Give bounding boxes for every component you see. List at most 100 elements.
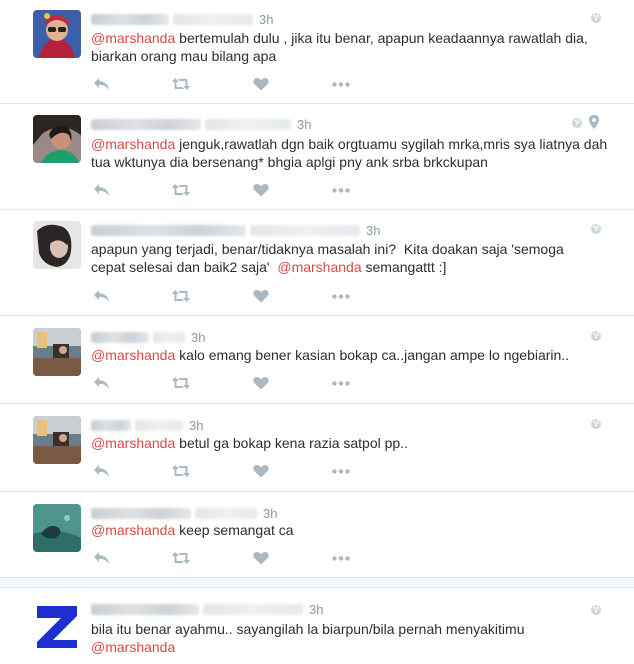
blurred-handle[interactable] [135, 419, 183, 431]
more-button[interactable] [331, 374, 351, 392]
tweet-actions [91, 549, 361, 567]
like-button[interactable] [251, 75, 271, 93]
reply-button[interactable] [91, 462, 111, 480]
tweet[interactable]: 3h bila itu benar ayahmu.. sayangilah la… [0, 588, 634, 664]
retweet-button[interactable] [171, 287, 191, 305]
like-button[interactable] [251, 287, 271, 305]
avatar[interactable] [33, 416, 81, 464]
tweet[interactable]: 3h @marshanda betul ga bokap kena razia … [0, 404, 634, 492]
mention-link[interactable]: @marshanda [277, 259, 361, 275]
avatar[interactable] [33, 600, 81, 648]
tweet-timestamp[interactable]: 3h [309, 602, 323, 617]
tweet[interactable]: 3h @marshanda kalo emang bener kasian bo… [0, 316, 634, 404]
globe-icon [591, 419, 601, 429]
blurred-user-name[interactable] [91, 224, 246, 236]
retweet-button[interactable] [171, 462, 191, 480]
blurred-user-name[interactable] [91, 13, 169, 25]
retweet-icon [172, 377, 190, 389]
tweet[interactable]: 3h @marshanda bertemulah dulu , jika itu… [0, 0, 634, 104]
retweet-icon [172, 552, 190, 564]
retweet-button[interactable] [171, 549, 191, 567]
blurred-handle[interactable] [195, 507, 257, 519]
reply-button[interactable] [91, 374, 111, 392]
blurred-user-name[interactable] [91, 331, 149, 343]
mention-link[interactable]: @marshanda [91, 136, 175, 152]
tweet-timestamp[interactable]: 3h [366, 223, 380, 238]
avatar[interactable] [33, 10, 81, 58]
tweet-actions [91, 462, 361, 480]
more-button[interactable] [331, 181, 351, 199]
tweet-timestamp[interactable]: 3h [297, 117, 311, 132]
retweet-button[interactable] [171, 374, 191, 392]
like-button[interactable] [251, 374, 271, 392]
more-icon [332, 293, 350, 299]
avatar[interactable] [33, 221, 81, 269]
tweet-timestamp[interactable]: 3h [191, 330, 205, 345]
retweet-button[interactable] [171, 181, 191, 199]
tweet-header: 3h [91, 115, 311, 133]
tweet-body: keep semangat ca [175, 522, 294, 538]
globe-icon [572, 118, 582, 128]
like-button[interactable] [251, 181, 271, 199]
tweet[interactable]: 3h @marshanda keep semangat ca [0, 492, 634, 578]
avatar[interactable] [33, 504, 81, 552]
mention-link[interactable]: @marshanda [91, 30, 175, 46]
like-button[interactable] [251, 549, 271, 567]
blurred-handle[interactable] [205, 118, 291, 130]
reply-button[interactable] [91, 75, 111, 93]
blurred-handle[interactable] [250, 224, 360, 236]
tweet-actions [91, 287, 361, 305]
more-button[interactable] [331, 462, 351, 480]
retweet-icon [172, 78, 190, 90]
tweet-body: kalo emang bener kasian bokap ca..jangan… [175, 347, 570, 363]
heart-icon [253, 376, 269, 390]
mention-link[interactable]: @marshanda [91, 639, 175, 655]
retweet-button[interactable] [171, 75, 191, 93]
reply-icon [93, 465, 109, 477]
more-icon [332, 468, 350, 474]
globe-icon [591, 224, 601, 234]
blurred-user-name[interactable] [91, 603, 199, 615]
like-button[interactable] [251, 462, 271, 480]
tweet-actions [91, 181, 361, 199]
tweet[interactable]: 3h apapun yang terjadi, benar/tidaknya m… [0, 210, 634, 316]
tweet[interactable]: 3h @marshanda jenguk,rawatlah dgn baik o… [0, 104, 634, 210]
avatar[interactable] [33, 115, 81, 163]
tweet-body: betul ga bokap kena razia satpol pp.. [175, 435, 408, 451]
more-button[interactable] [331, 549, 351, 567]
more-button[interactable] [331, 75, 351, 93]
tweet-text: @marshanda kalo emang bener kasian bokap… [91, 346, 611, 364]
reply-button[interactable] [91, 181, 111, 199]
more-icon [332, 187, 350, 193]
tweet-timestamp[interactable]: 3h [263, 506, 277, 521]
blurred-user-name[interactable] [91, 507, 191, 519]
globe-icon [591, 13, 601, 23]
heart-icon [253, 183, 269, 197]
blurred-user-name[interactable] [91, 419, 131, 431]
reply-button[interactable] [91, 287, 111, 305]
tweet-header: 3h [91, 10, 273, 28]
tweet-body-end: semangattt :] [361, 259, 447, 275]
more-button[interactable] [331, 287, 351, 305]
tweet-text: @marshanda bertemulah dulu , jika itu be… [91, 29, 611, 65]
reply-icon [93, 184, 109, 196]
retweet-icon [172, 184, 190, 196]
reply-icon [93, 290, 109, 302]
blurred-handle[interactable] [203, 603, 303, 615]
reply-button[interactable] [91, 549, 111, 567]
tweet-timestamp[interactable]: 3h [259, 12, 273, 27]
avatar[interactable] [33, 328, 81, 376]
blurred-handle[interactable] [153, 331, 185, 343]
mention-link[interactable]: @marshanda [91, 435, 175, 451]
reply-icon [93, 552, 109, 564]
globe-icon [591, 331, 601, 341]
tweet-text: @marshanda jenguk,rawatlah dgn baik orgt… [91, 135, 611, 171]
blurred-user-name[interactable] [91, 118, 201, 130]
mention-link[interactable]: @marshanda [91, 522, 175, 538]
mention-link[interactable]: @marshanda [91, 347, 175, 363]
tweet-text: @marshanda betul ga bokap kena razia sat… [91, 434, 611, 452]
tweet-timestamp[interactable]: 3h [189, 418, 203, 433]
blurred-handle[interactable] [173, 13, 253, 25]
location-pin-icon[interactable] [589, 115, 599, 129]
tweet-header: 3h [91, 504, 277, 522]
